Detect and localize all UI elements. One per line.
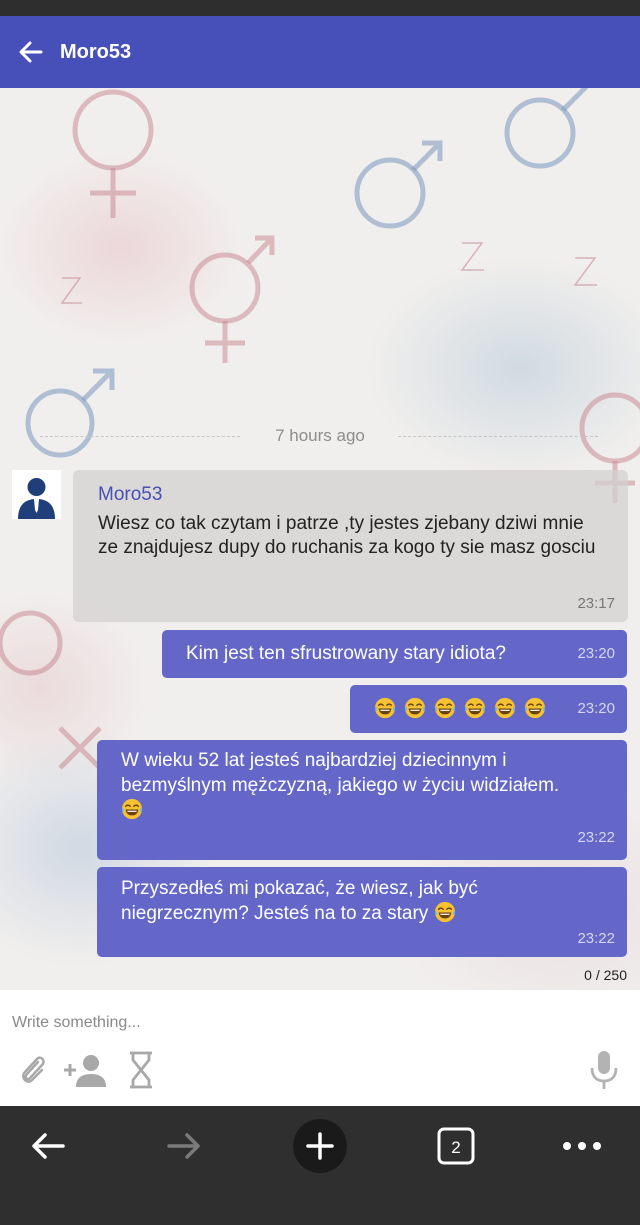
nav-menu-button[interactable] xyxy=(554,1116,610,1176)
laughing-emoji-icon xyxy=(374,697,404,720)
divider-line-left xyxy=(40,436,240,437)
timer-button[interactable] xyxy=(126,1050,156,1090)
message-sender: Moro53 xyxy=(98,484,163,505)
message-time: 23:20 xyxy=(577,700,615,717)
outgoing-message[interactable]: W wieku 52 lat jesteś najbardziej dzieci… xyxy=(97,740,627,860)
compose-area: Write something... xyxy=(0,990,640,1106)
divider-line-right xyxy=(398,436,598,437)
laughing-emoji-icon xyxy=(464,697,494,720)
chat-title: Moro53 xyxy=(60,40,132,63)
arrow-left-icon xyxy=(32,1133,65,1159)
nav-new-button[interactable] xyxy=(292,1116,348,1176)
nav-forward-button[interactable] xyxy=(156,1116,212,1176)
laughing-emoji-icon xyxy=(434,901,464,926)
plus-icon xyxy=(293,1119,347,1173)
back-button[interactable] xyxy=(16,37,46,67)
hourglass-icon xyxy=(130,1051,152,1089)
laughing-emoji-icon xyxy=(524,697,554,720)
paperclip-icon xyxy=(22,1056,45,1083)
tabs-icon: 2 xyxy=(437,1127,475,1165)
person-add-icon xyxy=(64,1055,106,1087)
laughing-emoji-icon xyxy=(121,798,151,823)
add-user-button[interactable] xyxy=(62,1050,108,1090)
attach-button[interactable] xyxy=(16,1050,50,1090)
chat-area[interactable]: 7 hours ago Moro53 Wiesz co tak czytam i… xyxy=(0,88,640,990)
sender-avatar[interactable] xyxy=(12,470,61,519)
message-input[interactable]: Write something... xyxy=(12,1014,141,1032)
incoming-message[interactable]: Moro53 Wiesz co tak czytam i patrze ,ty … xyxy=(73,470,628,622)
message-time: 23:22 xyxy=(577,829,615,846)
browser-nav-bar: 2 xyxy=(0,1106,640,1225)
nav-back-button[interactable] xyxy=(20,1116,76,1176)
outgoing-message[interactable]: Przyszedłeś mi pokazać, że wiesz, jak by… xyxy=(97,867,627,957)
arrow-right-icon xyxy=(167,1133,200,1159)
more-dots-icon xyxy=(563,1142,601,1150)
message-text: Wiesz co tak czytam i patrze ,ty jestes … xyxy=(98,513,596,558)
outgoing-message[interactable]: 23:20 xyxy=(350,685,627,733)
message-text: Przyszedłeś mi pokazać, że wiesz, jak by… xyxy=(121,876,478,926)
laughing-emoji-icon xyxy=(404,697,434,720)
person-avatar-icon xyxy=(12,470,61,519)
microphone-icon xyxy=(590,1051,618,1089)
message-line: niegrzecznym? Jesteś na to za stary xyxy=(121,903,429,924)
tab-count: 2 xyxy=(451,1138,460,1157)
laughing-emoji-icon xyxy=(494,697,524,720)
divider-label: 7 hours ago xyxy=(275,426,365,445)
message-line-with-emoji: niegrzecznym? Jesteś na to za stary xyxy=(121,901,478,926)
char-counter: 0 / 250 xyxy=(584,967,627,983)
message-time: 23:17 xyxy=(577,595,615,612)
message-line: W wieku 52 lat jesteś najbardziej dzieci… xyxy=(121,750,507,771)
nav-tabs-button[interactable]: 2 xyxy=(428,1116,484,1176)
message-text: Kim jest ten sfrustrowany stary idiota? xyxy=(186,643,506,664)
message-time: 23:22 xyxy=(577,930,615,947)
message-text: W wieku 52 lat jesteś najbardziej dzieci… xyxy=(121,748,559,823)
message-line: Przyszedłeś mi pokazać, że wiesz, jak by… xyxy=(121,878,478,899)
arrow-left-icon xyxy=(19,41,43,63)
outgoing-message[interactable]: Kim jest ten sfrustrowany stary idiota? … xyxy=(162,630,627,678)
time-divider: 7 hours ago xyxy=(0,426,640,446)
emoji-row xyxy=(374,697,554,722)
message-line: bezmyślnym mężczyzną, jakiego w życiu wi… xyxy=(121,775,560,796)
mic-button[interactable] xyxy=(588,1050,620,1090)
message-time: 23:20 xyxy=(577,645,615,662)
laughing-emoji-icon xyxy=(434,697,464,720)
app-bar: Moro53 xyxy=(0,16,640,88)
status-bar xyxy=(0,0,640,16)
